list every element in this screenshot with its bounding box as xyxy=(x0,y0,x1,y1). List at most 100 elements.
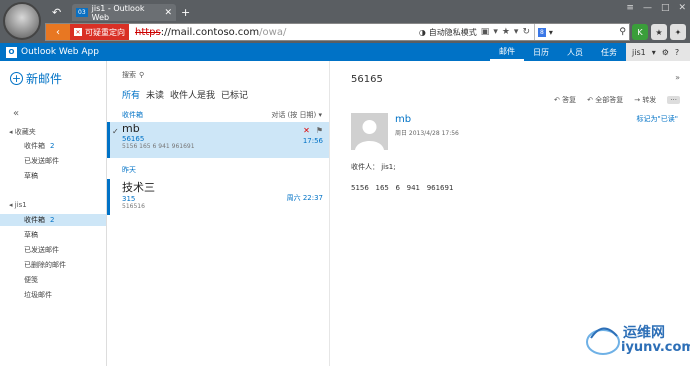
delete-icon[interactable]: ✕ xyxy=(303,126,310,135)
folder-label: 便笺 xyxy=(24,276,38,284)
forward-button[interactable]: → 转发 xyxy=(634,95,656,105)
extension-icons: K ★ ✦ xyxy=(632,24,686,40)
owa-logo[interactable]: O Outlook Web App xyxy=(0,46,99,58)
plus-icon: + xyxy=(10,72,23,85)
browser-tab[interactable]: 03 jis1 - Outlook Web ✕ xyxy=(72,4,176,22)
gear-icon[interactable]: ⚙ xyxy=(662,48,669,57)
url-path: /owa/ xyxy=(259,26,287,38)
close-tab-icon[interactable]: ✕ xyxy=(164,8,172,18)
star-icon[interactable]: ★ xyxy=(502,27,510,37)
message-from: mb xyxy=(122,122,140,135)
owa-header: O Outlook Web App 邮件 日历 人员 任务 jis1 ▾ ⚙ ? xyxy=(0,43,690,61)
flag-icon[interactable]: ⚑ xyxy=(316,126,323,135)
mail-search[interactable]: 搜索 ⚲ xyxy=(122,70,144,80)
sort-label: 对话 (按 日期) xyxy=(271,111,317,119)
fav-sent[interactable]: 已发送邮件 xyxy=(0,155,106,167)
nav-calendar[interactable]: 日历 xyxy=(524,43,558,61)
folder-deleted[interactable]: 已删除的邮件 xyxy=(0,259,106,271)
close-window-icon[interactable]: ✕ xyxy=(678,3,686,13)
filter-flagged[interactable]: 已标记 xyxy=(221,88,248,101)
folder-sent[interactable]: 已发送邮件 xyxy=(0,244,106,256)
list-item[interactable]: 技术三 315 516516 周六 22:37 xyxy=(107,179,329,215)
calendar-icon[interactable]: ▣ xyxy=(481,27,490,37)
minimize-icon[interactable]: — xyxy=(643,3,652,13)
chevron-down-icon[interactable]: ▾ xyxy=(493,27,498,37)
filter-unread[interactable]: 未读 xyxy=(146,88,164,101)
message-preview: 516516 xyxy=(122,203,145,210)
nav-tasks[interactable]: 任务 xyxy=(592,43,626,61)
privacy-mode[interactable]: ◑ 自动隐私模式 xyxy=(419,27,481,38)
collapse-icon[interactable]: « xyxy=(13,108,19,119)
more-actions-icon[interactable]: ··· xyxy=(667,96,680,104)
folder-label: 垃圾邮件 xyxy=(24,291,52,299)
to-label: 收件人： xyxy=(351,163,379,171)
filter-all[interactable]: 所有 xyxy=(122,88,140,101)
folder-pane: + 新邮件 « ◂ 收藏夹 收件箱 2 已发送邮件 草稿 ◂ jis1 收件箱 … xyxy=(0,61,106,366)
search-icon: ⚲ xyxy=(139,71,145,79)
address-bar[interactable]: ‹ ✕ 可疑重定向 https://mail.contoso.com/owa/ … xyxy=(45,23,630,41)
back-arrow-icon[interactable]: ↶ xyxy=(52,6,61,19)
search-engine-icon[interactable]: 8 xyxy=(538,27,546,37)
folder-label: 草稿 xyxy=(24,231,38,239)
list-item[interactable]: ✓ mb 56165 5156 165 6 941 961691 ✕ ⚑ 17:… xyxy=(107,122,329,158)
sort-dropdown[interactable]: 对话 (按 日期) ▾ xyxy=(271,110,322,120)
cert-warning[interactable]: ✕ 可疑重定向 xyxy=(70,24,129,40)
reply-button[interactable]: ↶ 答复 xyxy=(554,95,576,105)
reply-label: 答复 xyxy=(562,96,577,104)
folder-label: 草稿 xyxy=(24,172,38,180)
folder-junk[interactable]: 垃圾邮件 xyxy=(0,289,106,301)
url-text[interactable]: https://mail.contoso.com/owa/ xyxy=(129,27,419,38)
back-button[interactable]: ‹ xyxy=(46,24,70,40)
new-tab-icon[interactable]: + xyxy=(181,6,190,19)
browser-search[interactable]: 8 ▾ ⚲ xyxy=(534,24,629,40)
unread-count: 2 xyxy=(50,142,55,150)
url-host: ://mail.contoso.com xyxy=(160,26,260,38)
warning-icon: ✕ xyxy=(74,28,82,36)
day-separator: 昨天 xyxy=(122,166,136,174)
folder-drafts[interactable]: 草稿 xyxy=(0,229,106,241)
account-header[interactable]: ◂ jis1 xyxy=(9,201,27,209)
new-mail-button[interactable]: + 新邮件 xyxy=(10,70,62,87)
fav-drafts[interactable]: 草稿 xyxy=(0,170,106,182)
sender-name[interactable]: mb xyxy=(395,114,411,125)
folder-notes[interactable]: 便笺 xyxy=(0,274,106,286)
reply-all-button[interactable]: ↶ 全部答复 xyxy=(587,95,623,105)
refresh-icon[interactable]: ↻ xyxy=(522,27,530,37)
search-icon[interactable]: ⚲ xyxy=(619,27,626,37)
expand-icon[interactable]: » xyxy=(675,73,680,82)
message-time: 17:56 xyxy=(302,137,323,145)
message-body: 5156 165 6 941 961691 xyxy=(351,184,454,192)
tab-favicon: 03 xyxy=(76,8,88,17)
mark-read-link[interactable]: 标记为"已读" xyxy=(637,114,678,124)
reading-actions: ↶ 答复 ↶ 全部答复 → 转发 ··· xyxy=(554,95,680,105)
check-icon[interactable]: ✓ xyxy=(112,127,119,136)
menu-icon[interactable]: ≡ xyxy=(626,3,634,13)
browser-avatar[interactable] xyxy=(3,2,41,40)
help-icon[interactable]: ? xyxy=(675,48,679,57)
fav-inbox[interactable]: 收件箱 2 xyxy=(0,140,106,152)
sent-date: 周日 2013/4/28 17:56 xyxy=(395,130,459,137)
chevron-down-icon[interactable]: ▾ xyxy=(514,27,519,37)
privacy-mode-label: 自动隐私模式 xyxy=(428,27,477,37)
nav-mail[interactable]: 邮件 xyxy=(490,43,524,61)
outlook-logo-icon: O xyxy=(6,46,17,58)
message-time: 周六 22:37 xyxy=(286,194,323,202)
to-value[interactable]: jis1; xyxy=(381,163,395,171)
favorites-star-icon[interactable]: ★ xyxy=(651,24,667,40)
sender-avatar xyxy=(351,113,388,150)
message-subject: 56165 xyxy=(122,135,145,143)
extension-k-icon[interactable]: K xyxy=(632,24,648,40)
window-controls: ≡ — □ ✕ xyxy=(626,3,686,13)
favorites-header[interactable]: ◂ 收藏夹 xyxy=(9,127,36,137)
user-menu[interactable]: jis1 ▾ ⚙ ? xyxy=(626,43,690,61)
reading-subject: 56165 xyxy=(351,74,383,85)
folder-inbox[interactable]: 收件箱 2 xyxy=(0,214,106,226)
nav-people[interactable]: 人员 xyxy=(558,43,592,61)
url-scheme: https xyxy=(135,26,161,38)
tools-icon[interactable]: ✦ xyxy=(670,24,686,40)
chevron-down-icon[interactable]: ▾ xyxy=(549,28,553,37)
maximize-icon[interactable]: □ xyxy=(661,3,670,13)
list-filters: 所有 未读 收件人是我 已标记 xyxy=(122,88,248,101)
filter-to-me[interactable]: 收件人是我 xyxy=(170,88,215,101)
reply-all-label: 全部答复 xyxy=(595,96,624,104)
